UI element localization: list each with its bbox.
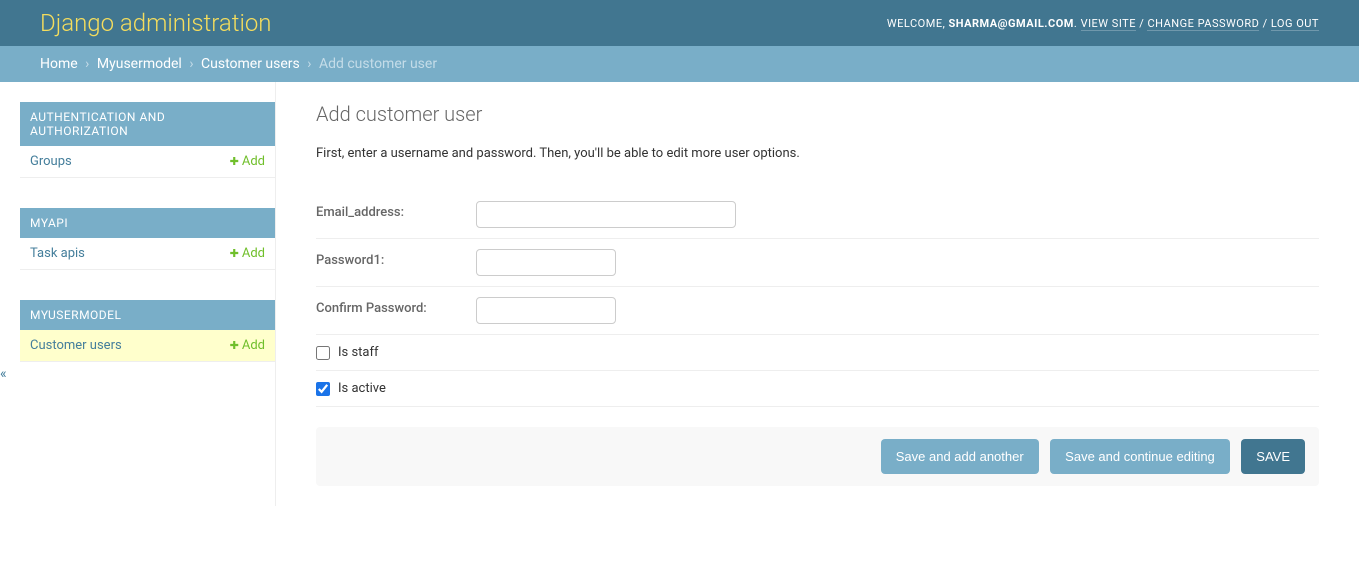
sidebar-model-link[interactable]: Customer users <box>30 338 122 353</box>
save-continue-button[interactable] <box>1050 439 1230 474</box>
sidebar-item-customerusers: Customer users Add <box>20 330 275 362</box>
change-password-link[interactable]: CHANGE PASSWORD <box>1147 17 1259 31</box>
username: SHARMA@GMAIL.COM <box>948 17 1073 30</box>
branding: Django administration <box>40 9 272 37</box>
toggle-nav-icon[interactable]: « <box>0 366 7 382</box>
add-link[interactable]: Add <box>230 338 265 353</box>
field-row-is-staff: Is staff <box>316 335 1319 371</box>
email-field[interactable] <box>476 201 736 228</box>
sidebar-item-taskapis: Task apis Add <box>20 238 275 270</box>
save-button[interactable] <box>1241 439 1305 474</box>
sidebar-model-link[interactable]: Task apis <box>30 246 85 261</box>
welcome-text: WELCOME, <box>887 17 949 30</box>
user-tools: WELCOME, SHARMA@GMAIL.COM. VIEW SITE / C… <box>887 17 1319 30</box>
breadcrumb-home[interactable]: Home <box>40 56 78 72</box>
intro-text: First, enter a username and password. Th… <box>316 146 1319 161</box>
nav-sidebar: AUTHENTICATION AND AUTHORIZATION Groups … <box>0 82 276 506</box>
password1-label: Password1: <box>316 249 476 268</box>
save-add-another-button[interactable] <box>881 439 1039 474</box>
log-out-link[interactable]: LOG OUT <box>1271 17 1319 31</box>
sidebar-app-auth: AUTHENTICATION AND AUTHORIZATION Groups … <box>20 102 275 178</box>
breadcrumb: Home › Myusermodel › Customer users › Ad… <box>0 46 1359 82</box>
password2-label: Confirm Password: <box>316 297 476 316</box>
page-title: Add customer user <box>316 102 1319 126</box>
content: Add customer user First, enter a usernam… <box>276 82 1359 506</box>
sidebar-model-link[interactable]: Groups <box>30 154 72 169</box>
field-row-password1: Password1: <box>316 239 1319 287</box>
breadcrumb-model[interactable]: Customer users <box>201 56 300 72</box>
password2-field[interactable] <box>476 297 616 324</box>
breadcrumb-app[interactable]: Myusermodel <box>97 56 182 72</box>
add-link[interactable]: Add <box>230 246 265 261</box>
email-label: Email_address: <box>316 201 476 220</box>
is-active-label[interactable]: Is active <box>338 381 498 396</box>
field-row-is-active: Is active <box>316 371 1319 407</box>
sidebar-item-groups: Groups Add <box>20 146 275 178</box>
sidebar-app-myusermodel: MYUSERMODEL Customer users Add <box>20 300 275 362</box>
is-active-checkbox[interactable] <box>316 382 330 396</box>
field-row-email: Email_address: <box>316 191 1319 239</box>
sidebar-app-label[interactable]: MYUSERMODEL <box>20 300 275 330</box>
sidebar-app-myapi: MYAPI Task apis Add <box>20 208 275 270</box>
breadcrumb-current: Add customer user <box>319 56 437 72</box>
sidebar-app-label[interactable]: AUTHENTICATION AND AUTHORIZATION <box>20 102 275 146</box>
site-title-link[interactable]: Django administration <box>40 9 272 37</box>
sidebar-app-label[interactable]: MYAPI <box>20 208 275 238</box>
view-site-link[interactable]: VIEW SITE <box>1081 17 1136 31</box>
field-row-password2: Confirm Password: <box>316 287 1319 335</box>
is-staff-checkbox[interactable] <box>316 346 330 360</box>
header: Django administration WELCOME, SHARMA@GM… <box>0 0 1359 46</box>
is-staff-label[interactable]: Is staff <box>338 345 498 360</box>
add-form: Email_address: Password1: Confirm Passwo… <box>316 191 1319 486</box>
add-link[interactable]: Add <box>230 154 265 169</box>
submit-row <box>316 427 1319 486</box>
password1-field[interactable] <box>476 249 616 276</box>
